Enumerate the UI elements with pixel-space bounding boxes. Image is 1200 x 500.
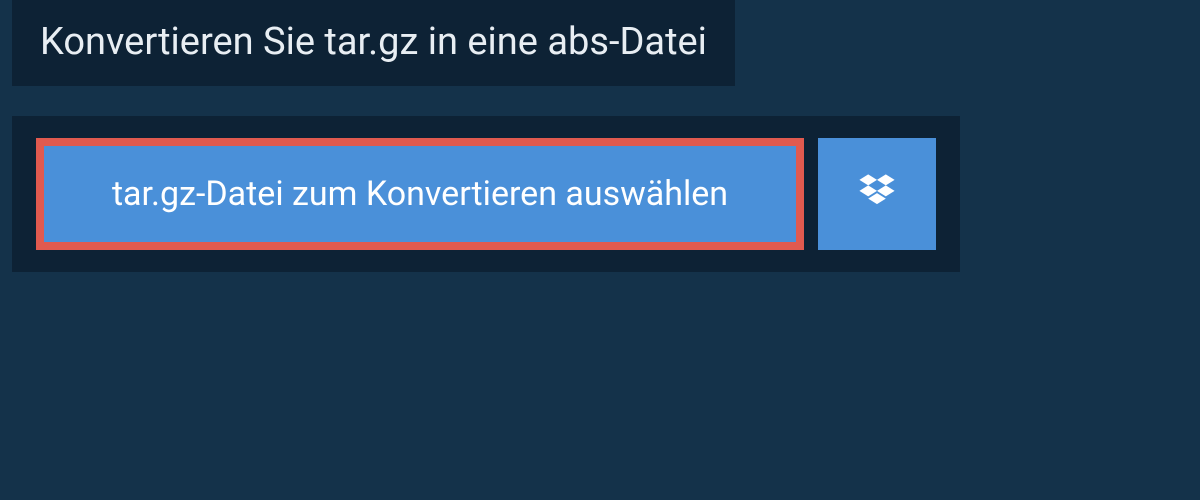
dropbox-button[interactable] — [818, 138, 936, 250]
page-title: Konvertieren Sie tar.gz in eine abs-Date… — [12, 0, 735, 86]
select-file-button[interactable]: tar.gz-Datei zum Konvertieren auswählen — [36, 138, 804, 250]
dropbox-icon — [855, 170, 899, 218]
page-title-text: Konvertieren Sie tar.gz in eine abs-Date… — [40, 20, 707, 64]
upload-panel: tar.gz-Datei zum Konvertieren auswählen — [12, 116, 960, 272]
select-file-button-label: tar.gz-Datei zum Konvertieren auswählen — [112, 174, 728, 214]
